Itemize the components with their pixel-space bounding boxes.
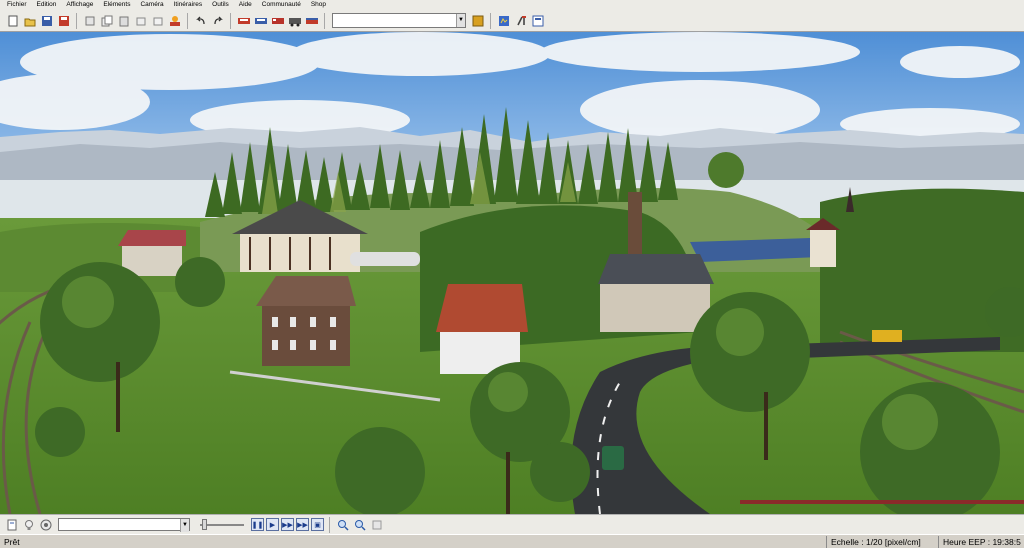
- camera-rotate-icon[interactable]: [39, 518, 53, 532]
- toolbar-separator: [76, 12, 77, 29]
- play-icon[interactable]: ▶: [266, 518, 279, 531]
- toolbar-separator: [490, 12, 491, 29]
- fastest-forward-icon[interactable]: ▶▶: [296, 518, 309, 531]
- copy-icon[interactable]: [100, 14, 114, 28]
- train-red-icon[interactable]: [237, 14, 251, 28]
- main-toolbar: ▼: [0, 10, 1024, 32]
- layout-icon[interactable]: [531, 14, 545, 28]
- chevron-down-icon[interactable]: ▼: [180, 519, 189, 532]
- train-blue-icon[interactable]: [254, 14, 268, 28]
- settings-icon[interactable]: [497, 14, 511, 28]
- hilltop-tree: [708, 152, 744, 188]
- menu-item-4[interactable]: Caméra: [135, 0, 168, 10]
- yellow-train: [872, 330, 902, 342]
- fire-icon[interactable]: [168, 14, 182, 28]
- bottom-toolbar: ▼ ❚❚ ▶ ▶▶ ▶▶ ▣: [0, 514, 1024, 534]
- brick-house: [256, 276, 356, 366]
- landscape-icon[interactable]: [471, 14, 485, 28]
- speed-slider[interactable]: [200, 518, 244, 531]
- toolbar-separator: [324, 12, 325, 29]
- redo-icon[interactable]: [211, 14, 225, 28]
- fast-forward-icon[interactable]: ▶▶: [281, 518, 294, 531]
- notes-icon[interactable]: [5, 518, 19, 532]
- wagon-icon[interactable]: [305, 14, 319, 28]
- zoom-out-icon[interactable]: [353, 518, 367, 532]
- menu-item-8[interactable]: Communauté: [257, 0, 306, 10]
- status-scale: Echelle : 1/20 [pixel/cm]: [826, 535, 938, 548]
- menu-item-2[interactable]: Affichage: [61, 0, 98, 10]
- cut-icon[interactable]: [83, 14, 97, 28]
- landscape-scene: [0, 32, 1024, 514]
- scene-viewport[interactable]: [0, 32, 1024, 514]
- layer-select[interactable]: ▼: [332, 13, 466, 28]
- screen-capture-icon[interactable]: ▣: [311, 518, 324, 531]
- menu-item-9[interactable]: Shop: [306, 0, 331, 10]
- tools-icon[interactable]: [514, 14, 528, 28]
- menu-item-5[interactable]: Itinéraires: [169, 0, 208, 10]
- open-folder-icon[interactable]: [23, 14, 37, 28]
- camera-select[interactable]: ▼: [58, 518, 190, 532]
- light-bulb-icon[interactable]: [22, 518, 36, 532]
- toolbar-separator: [187, 12, 188, 29]
- tank-wagon: [350, 252, 420, 266]
- grid-icon[interactable]: [370, 518, 384, 532]
- save-all-icon[interactable]: [57, 14, 71, 28]
- red-roof-house: [436, 284, 528, 374]
- menu-item-3[interactable]: Eléments: [98, 0, 135, 10]
- status-bar: Prêt Echelle : 1/20 [pixel/cm] Heure EEP…: [0, 534, 1024, 548]
- undo-icon[interactable]: [194, 14, 208, 28]
- green-car: [602, 446, 624, 470]
- locomotive-icon[interactable]: [288, 14, 302, 28]
- toolbar-separator: [329, 516, 330, 533]
- status-time: Heure EEP : 19:38:5: [938, 535, 1024, 548]
- delete-icon[interactable]: [151, 14, 165, 28]
- menu-item-6[interactable]: Outils: [207, 0, 234, 10]
- paste-icon[interactable]: [117, 14, 131, 28]
- menu-item-0[interactable]: Fichier: [2, 0, 32, 10]
- chevron-down-icon[interactable]: ▼: [456, 14, 465, 27]
- pause-icon[interactable]: ❚❚: [251, 518, 264, 531]
- menu-item-1[interactable]: Edition: [32, 0, 62, 10]
- duplicate-icon[interactable]: [134, 14, 148, 28]
- status-message: Prêt: [4, 536, 20, 547]
- new-file-icon[interactable]: [6, 14, 20, 28]
- zoom-in-icon[interactable]: [336, 518, 350, 532]
- menu-bar: Fichier Edition Affichage Eléments Caméra Iti…: [0, 0, 1024, 10]
- toolbar-separator: [230, 12, 231, 29]
- save-icon[interactable]: [40, 14, 54, 28]
- train-red-2-icon[interactable]: [271, 14, 285, 28]
- slider-thumb[interactable]: [202, 519, 207, 530]
- factory-buildings: [598, 254, 714, 332]
- menu-item-7[interactable]: Aide: [234, 0, 257, 10]
